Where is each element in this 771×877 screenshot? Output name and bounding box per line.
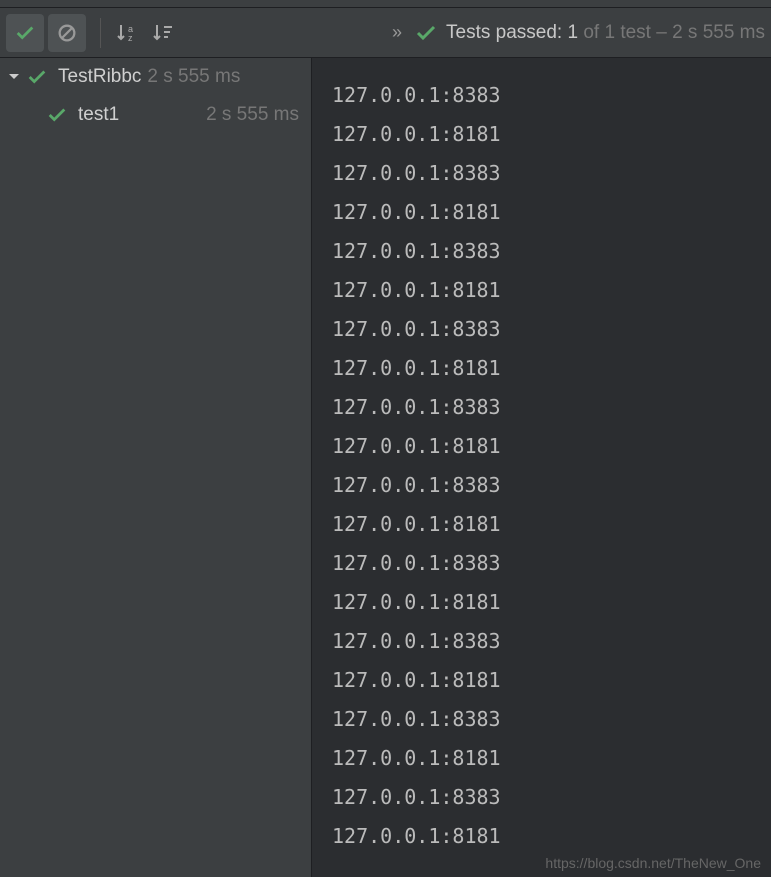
show-ignored-button[interactable] bbox=[48, 14, 86, 52]
test-method-time: 2 s 555 ms bbox=[206, 104, 305, 126]
status-count: 1 bbox=[567, 22, 578, 44]
output-line: 127.0.0.1:8383 bbox=[332, 76, 751, 115]
status-suffix: of 1 test – 2 s 555 ms bbox=[583, 22, 765, 44]
test-status-bar: Tests passed: 1 of 1 test – 2 s 555 ms bbox=[414, 21, 765, 45]
output-line: 127.0.0.1:8383 bbox=[332, 544, 751, 583]
test-pass-icon bbox=[46, 104, 68, 126]
output-line: 127.0.0.1:8383 bbox=[332, 622, 751, 661]
status-prefix: Tests passed: bbox=[446, 22, 562, 44]
sort-duration-icon bbox=[151, 21, 175, 45]
svg-text:z: z bbox=[128, 33, 133, 43]
output-line: 127.0.0.1:8181 bbox=[332, 583, 751, 622]
output-line: 127.0.0.1:8383 bbox=[332, 154, 751, 193]
output-line: 127.0.0.1:8181 bbox=[332, 739, 751, 778]
test-class-time: 2 s 555 ms bbox=[147, 66, 240, 88]
output-line: 127.0.0.1:8383 bbox=[332, 466, 751, 505]
output-line: 127.0.0.1:8181 bbox=[332, 817, 751, 856]
output-line: 127.0.0.1:8181 bbox=[332, 661, 751, 700]
output-line: 127.0.0.1:8383 bbox=[332, 310, 751, 349]
output-line: 127.0.0.1:8181 bbox=[332, 115, 751, 154]
cancel-icon bbox=[56, 22, 78, 44]
output-line: 127.0.0.1:8383 bbox=[332, 232, 751, 271]
sort-alpha-icon: az bbox=[115, 21, 139, 45]
output-line: 127.0.0.1:8181 bbox=[332, 427, 751, 466]
main-area: TestRibbc 2 s 555 ms test1 2 s 555 ms 12… bbox=[0, 58, 771, 877]
test-tree-panel: TestRibbc 2 s 555 ms test1 2 s 555 ms bbox=[0, 58, 312, 877]
output-line: 127.0.0.1:8383 bbox=[332, 388, 751, 427]
status-check-icon bbox=[414, 21, 438, 45]
watermark: https://blog.csdn.net/TheNew_One bbox=[545, 855, 761, 871]
sort-alpha-button[interactable]: az bbox=[111, 17, 143, 49]
output-line: 127.0.0.1:8181 bbox=[332, 349, 751, 388]
test-pass-icon bbox=[26, 66, 48, 88]
test-tree-root[interactable]: TestRibbc 2 s 555 ms bbox=[0, 58, 311, 96]
output-line: 127.0.0.1:8181 bbox=[332, 505, 751, 544]
output-line: 127.0.0.1:8181 bbox=[332, 193, 751, 232]
check-icon bbox=[14, 22, 36, 44]
expand-button[interactable]: » bbox=[392, 22, 402, 43]
console-output[interactable]: 127.0.0.1:8383127.0.0.1:8181127.0.0.1:83… bbox=[312, 58, 771, 877]
sort-duration-button[interactable] bbox=[147, 17, 179, 49]
tree-toggle[interactable] bbox=[6, 69, 22, 85]
top-strip bbox=[0, 0, 771, 8]
test-class-name: TestRibbc bbox=[58, 66, 141, 88]
test-tree-item[interactable]: test1 2 s 555 ms bbox=[0, 96, 311, 134]
output-line: 127.0.0.1:8383 bbox=[332, 778, 751, 817]
chevron-down-icon bbox=[8, 71, 20, 83]
divider bbox=[100, 18, 101, 48]
test-method-name: test1 bbox=[78, 104, 119, 126]
output-line: 127.0.0.1:8383 bbox=[332, 700, 751, 739]
output-line: 127.0.0.1:8181 bbox=[332, 271, 751, 310]
show-passed-button[interactable] bbox=[6, 14, 44, 52]
toolbar: az » Tests passed: 1 of 1 test – 2 s 555… bbox=[0, 8, 771, 58]
